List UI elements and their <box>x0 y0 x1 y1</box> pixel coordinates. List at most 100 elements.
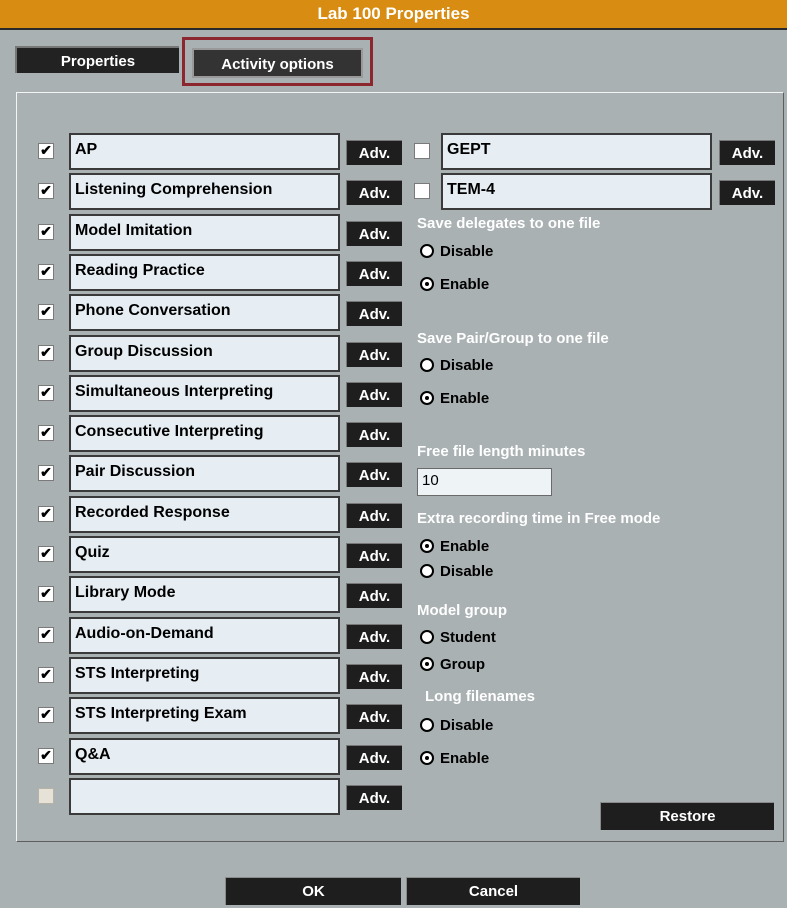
activity-left-4-name-field[interactable]: Phone Conversation <box>69 294 340 332</box>
extra-recording-enable-radio[interactable] <box>420 539 434 553</box>
save-delegates-enable-radio[interactable] <box>420 277 434 291</box>
model-group-title: Model group <box>417 602 507 619</box>
activity-right-0-adv-button[interactable]: Adv. <box>719 140 775 165</box>
activity-left-9-name-field[interactable]: Recorded Response <box>69 495 340 533</box>
activity-left-16-checkbox[interactable] <box>38 787 54 804</box>
save-pair-disable-label: Disable <box>440 357 494 374</box>
activity-left-6-checkbox[interactable]: ✔ <box>38 384 54 401</box>
extra-recording-enable-option[interactable]: Enable <box>420 537 489 557</box>
activity-left-10-checkbox[interactable]: ✔ <box>38 546 54 562</box>
activity-left-11-checkbox[interactable]: ✔ <box>38 586 54 603</box>
activity-left-11-name-field[interactable]: Library Mode <box>69 576 340 614</box>
long-filenames-disable-label: Disable <box>440 717 494 734</box>
long-filenames-disable-radio[interactable] <box>420 718 434 732</box>
extra-recording-disable-radio[interactable] <box>420 564 434 578</box>
save-delegates-enable-label: Enable <box>440 276 490 293</box>
activity-left-2-adv-button[interactable]: Adv. <box>346 220 402 246</box>
activity-left-10-adv-button[interactable]: Adv. <box>346 543 402 568</box>
save-pair-enable-radio[interactable] <box>420 391 434 405</box>
activity-left-9-checkbox[interactable]: ✔ <box>38 505 54 522</box>
activity-right-1-adv-button[interactable]: Adv. <box>719 180 775 205</box>
activity-left-4-adv-button[interactable]: Adv. <box>346 301 402 327</box>
activity-left-5-checkbox[interactable]: ✔ <box>38 344 54 361</box>
save-pair-disable-option[interactable]: Disable <box>420 356 493 376</box>
activity-left-8-checkbox[interactable]: ✔ <box>38 465 54 482</box>
extra-recording-disable-option[interactable]: Disable <box>420 562 493 582</box>
activity-left-7-name-field[interactable]: Consecutive Interpreting <box>69 415 340 453</box>
long-filenames-enable-option[interactable]: Enable <box>420 749 489 769</box>
activity-left-1-adv-button[interactable]: Adv. <box>346 180 402 206</box>
extra-recording-disable-label: Disable <box>440 563 494 580</box>
save-delegates-title: Save delegates to one file <box>417 215 601 232</box>
activity-left-5-adv-button[interactable]: Adv. <box>346 341 402 367</box>
model-group-group-radio[interactable] <box>420 657 434 671</box>
model-group-student-option[interactable]: Student <box>420 628 496 648</box>
save-delegates-enable-option[interactable]: Enable <box>420 275 489 295</box>
cancel-button[interactable]: Cancel <box>406 877 580 905</box>
activity-left-0-adv-button[interactable]: Adv. <box>346 140 402 165</box>
activity-left-0-checkbox[interactable]: ✔ <box>38 143 54 159</box>
save-pair-enable-label: Enable <box>440 390 490 407</box>
activity-left-12-checkbox[interactable]: ✔ <box>38 626 54 643</box>
activity-left-3-adv-button[interactable]: Adv. <box>346 260 402 286</box>
free-file-length-input[interactable]: 10 <box>417 468 552 496</box>
save-pair-disable-radio[interactable] <box>420 358 434 372</box>
long-filenames-disable-option[interactable]: Disable <box>420 716 493 736</box>
tab-activity-options[interactable]: Activity options <box>192 48 363 78</box>
save-delegates-disable-label: Disable <box>440 243 494 260</box>
activity-left-14-name-field[interactable]: STS Interpreting Exam <box>69 697 340 735</box>
activity-left-10-name-field[interactable]: Quiz <box>69 536 340 573</box>
tab-properties[interactable]: Properties <box>15 46 179 73</box>
activity-left-16-name-field[interactable] <box>69 777 340 815</box>
activity-left-12-name-field[interactable]: Audio-on-Demand <box>69 616 340 654</box>
activity-left-16-adv-button[interactable]: Adv. <box>346 784 402 810</box>
activity-right-1-checkbox[interactable] <box>414 183 430 199</box>
activity-left-2-name-field[interactable]: Model Imitation <box>69 213 340 251</box>
activity-left-15-name-field[interactable]: Q&A <box>69 737 340 775</box>
long-filenames-enable-radio[interactable] <box>420 751 434 765</box>
activity-left-7-adv-button[interactable]: Adv. <box>346 422 402 448</box>
activity-left-15-adv-button[interactable]: Adv. <box>346 744 402 770</box>
activity-left-1-name-field[interactable]: Listening Comprehension <box>69 173 340 211</box>
activity-left-7-checkbox[interactable]: ✔ <box>38 425 54 442</box>
activity-left-8-name-field[interactable]: Pair Discussion <box>69 455 340 493</box>
save-pair-enable-option[interactable]: Enable <box>420 389 489 409</box>
model-group-group-option[interactable]: Group <box>420 655 485 675</box>
activity-left-3-name-field[interactable]: Reading Practice <box>69 253 340 291</box>
activity-left-13-checkbox[interactable]: ✔ <box>38 666 54 683</box>
activity-left-2-checkbox[interactable]: ✔ <box>38 223 54 240</box>
activity-left-5-name-field[interactable]: Group Discussion <box>69 334 340 372</box>
free-file-length-title: Free file length minutes <box>417 443 586 460</box>
activity-right-1-name-field[interactable]: TEM-4 <box>441 173 712 210</box>
activity-right-0-name-field[interactable]: GEPT <box>441 133 712 170</box>
activity-left-1-checkbox[interactable]: ✔ <box>38 183 54 200</box>
ok-button[interactable]: OK <box>225 877 401 905</box>
save-pair-title: Save Pair/Group to one file <box>417 330 609 347</box>
activity-left-8-adv-button[interactable]: Adv. <box>346 462 402 488</box>
save-delegates-disable-radio[interactable] <box>420 244 434 258</box>
activity-left-9-adv-button[interactable]: Adv. <box>346 502 402 528</box>
activity-left-6-adv-button[interactable]: Adv. <box>346 381 402 407</box>
model-group-student-label: Student <box>440 629 496 646</box>
long-filenames-title: Long filenames <box>425 688 536 705</box>
window-title: Lab 100 Properties <box>0 0 787 30</box>
activity-left-6-name-field[interactable]: Simultaneous Interpreting <box>69 374 340 412</box>
activity-left-3-checkbox[interactable]: ✔ <box>38 263 54 280</box>
activity-left-14-checkbox[interactable]: ✔ <box>38 707 54 724</box>
activity-left-4-checkbox[interactable]: ✔ <box>38 304 54 321</box>
activity-left-14-adv-button[interactable]: Adv. <box>346 704 402 730</box>
activity-left-0-name-field[interactable]: AP <box>69 133 340 170</box>
save-delegates-disable-option[interactable]: Disable <box>420 242 493 262</box>
activity-left-13-name-field[interactable]: STS Interpreting <box>69 656 340 694</box>
activity-left-11-adv-button[interactable]: Adv. <box>346 583 402 609</box>
model-group-student-radio[interactable] <box>420 630 434 644</box>
model-group-group-label: Group <box>440 656 485 673</box>
activity-left-15-checkbox[interactable]: ✔ <box>38 747 54 764</box>
activity-left-12-adv-button[interactable]: Adv. <box>346 623 402 649</box>
extra-recording-title: Extra recording time in Free mode <box>417 510 661 527</box>
extra-recording-enable-label: Enable <box>440 538 490 555</box>
activity-right-0-checkbox[interactable] <box>414 143 430 159</box>
restore-button[interactable]: Restore <box>600 802 774 830</box>
activity-left-13-adv-button[interactable]: Adv. <box>346 663 402 689</box>
long-filenames-enable-label: Enable <box>440 750 490 767</box>
